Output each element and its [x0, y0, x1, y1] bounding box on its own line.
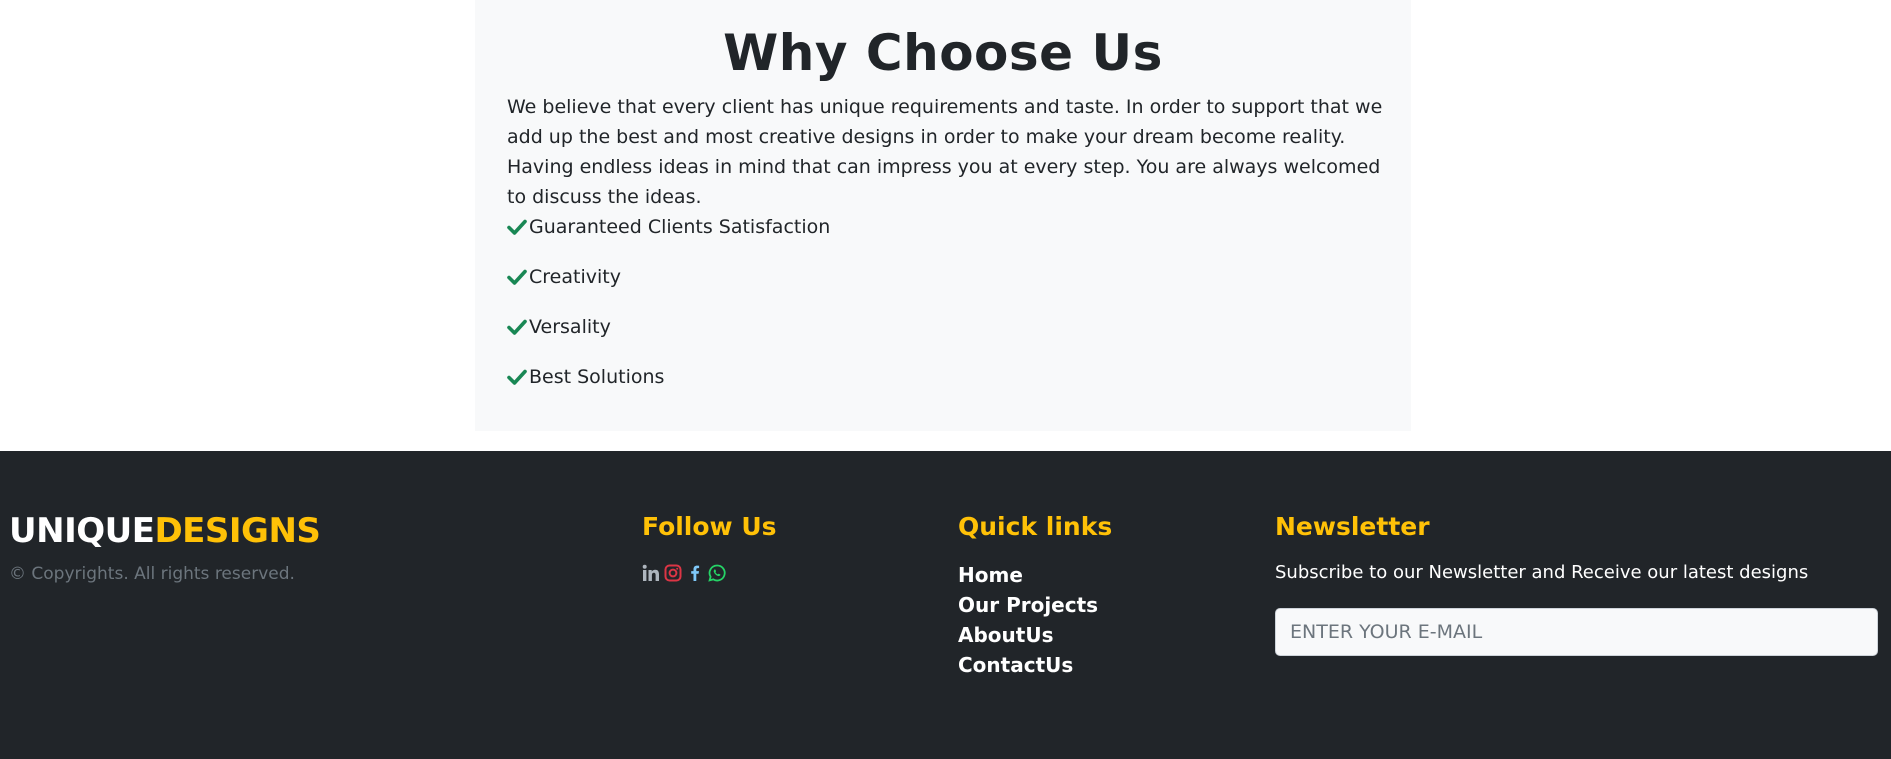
why-choose-us-section: Why Choose Us We believe that every clie… — [475, 0, 1411, 431]
feature-label: Guaranteed Clients Satisfaction — [529, 216, 831, 238]
link-our-projects[interactable]: Our Projects — [958, 593, 1098, 617]
newsletter-description: Subscribe to our Newsletter and Receive … — [1275, 562, 1809, 583]
newsletter-heading: Newsletter — [1275, 512, 1430, 541]
copyright-text: © Copyrights. All rights reserved. — [9, 564, 295, 584]
link-contact-us[interactable]: ContactUs — [958, 653, 1073, 677]
why-title: Why Choose Us — [723, 24, 1163, 82]
list-item: AboutUs — [958, 622, 1098, 652]
quick-links-list: Home Our Projects AboutUs ContactUs — [958, 562, 1098, 682]
feature-list: Guaranteed Clients Satisfaction Creativi… — [507, 202, 830, 402]
feature-item: Guaranteed Clients Satisfaction — [507, 202, 830, 252]
social-links — [642, 564, 726, 582]
instagram-icon[interactable] — [664, 564, 682, 582]
feature-item: Creativity — [507, 252, 830, 302]
brand-unique: UNIQUE — [9, 511, 155, 551]
check-icon — [507, 369, 527, 385]
follow-us-heading: Follow Us — [642, 512, 777, 541]
why-description: We believe that every client has unique … — [507, 96, 1383, 208]
linkedin-icon[interactable] — [642, 564, 660, 582]
email-input[interactable] — [1275, 608, 1878, 656]
feature-label: Versality — [529, 316, 611, 338]
check-icon — [507, 269, 527, 285]
feature-label: Best Solutions — [529, 366, 665, 388]
brand-designs: DESIGNS — [154, 511, 321, 551]
link-home[interactable]: Home — [958, 563, 1023, 587]
site-footer: UNIQUEDESIGNS © Copyrights. All rights r… — [0, 451, 1891, 759]
list-item: Home — [958, 562, 1098, 592]
quick-links-heading: Quick links — [958, 512, 1113, 541]
check-icon — [507, 319, 527, 335]
feature-item: Versality — [507, 302, 830, 352]
feature-item: Best Solutions — [507, 352, 830, 402]
list-item: Our Projects — [958, 592, 1098, 622]
facebook-icon[interactable] — [686, 564, 704, 582]
check-icon — [507, 219, 527, 235]
list-item: ContactUs — [958, 652, 1098, 682]
link-about-us[interactable]: AboutUs — [958, 623, 1053, 647]
whatsapp-icon[interactable] — [708, 564, 726, 582]
feature-label: Creativity — [529, 266, 621, 288]
footer-logo[interactable]: UNIQUEDESIGNS — [9, 509, 321, 553]
